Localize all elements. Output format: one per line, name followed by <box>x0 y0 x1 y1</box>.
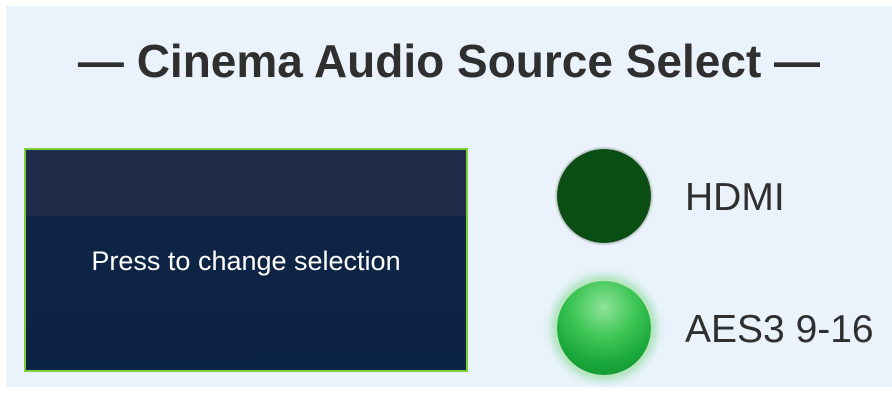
change-selection-button[interactable]: Press to change selection <box>24 148 468 372</box>
audio-source-panel: — Cinema Audio Source Select — Press to … <box>6 6 892 387</box>
hdmi-indicator-icon <box>557 149 651 243</box>
hdmi-source-label: HDMI <box>685 176 785 219</box>
change-selection-label: Press to change selection <box>91 246 401 276</box>
aes3-indicator-icon <box>557 281 651 375</box>
aes3-source-label: AES3 9-16 <box>685 308 874 351</box>
panel-title: — Cinema Audio Source Select — <box>77 35 821 87</box>
